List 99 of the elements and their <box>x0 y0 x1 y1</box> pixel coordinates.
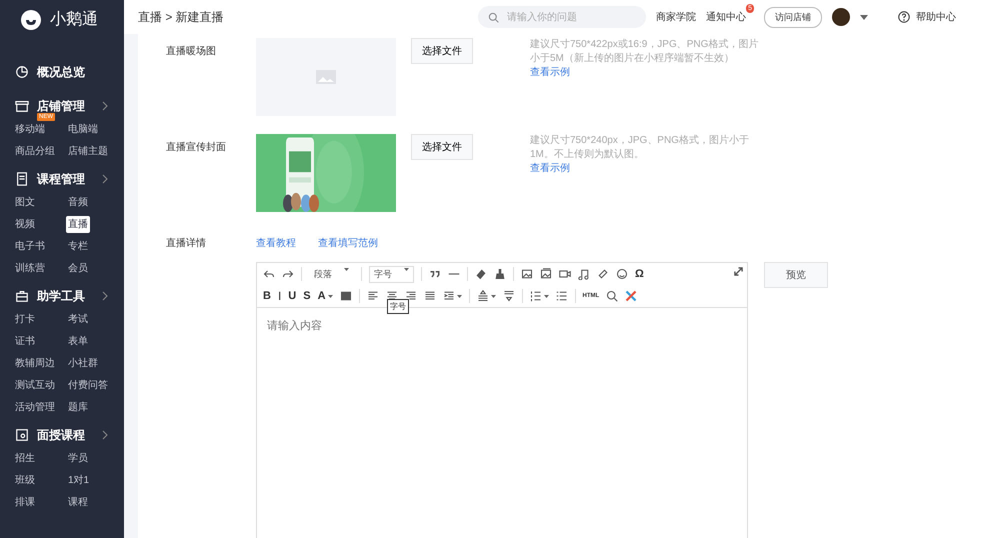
choose-file-button[interactable]: 选择文件 <box>411 38 473 64</box>
choose-file-button[interactable]: 选择文件 <box>411 134 473 160</box>
sidebar-item[interactable]: 小社群 <box>66 355 100 372</box>
caret-icon <box>456 294 462 298</box>
sidebar-item[interactable]: 付费问答 <box>66 377 110 394</box>
field-label: 直播暖场图 <box>166 44 217 58</box>
toolbar-button[interactable]: I <box>278 289 282 303</box>
preview-button[interactable]: 预览 <box>764 262 828 288</box>
smiley-icon[interactable] <box>616 268 628 280</box>
paragraph-spacing-icon[interactable] <box>502 290 515 302</box>
search-icon <box>488 12 499 22</box>
search-input[interactable]: 请输入你的问题 <box>505 10 629 24</box>
sidebar-item[interactable]: 排课 <box>13 494 37 511</box>
indent-icon[interactable] <box>442 290 455 302</box>
sidebar-item[interactable]: 会员 <box>66 260 90 277</box>
music-icon[interactable] <box>578 268 590 280</box>
format-select[interactable]: 字号 <box>369 266 414 282</box>
video-icon[interactable] <box>559 268 571 280</box>
sidebar-item[interactable]: 班级 <box>13 472 37 489</box>
help-icon <box>898 11 910 23</box>
toolbar-button[interactable]: A <box>318 290 326 302</box>
tooltip: 字号 <box>387 299 409 314</box>
sidebar-item[interactable]: 商品分组 <box>13 143 57 160</box>
toolbar-button[interactable]: Ω <box>635 268 644 280</box>
caret-icon <box>544 294 549 298</box>
field-label: 直播详情 <box>166 236 207 250</box>
fullscreen-icon[interactable] <box>734 267 743 276</box>
toolbar-button[interactable]: U <box>288 290 296 302</box>
sidebar-section-title[interactable]: 助学工具 <box>37 288 94 304</box>
help-link[interactable]: 帮助中心 <box>916 10 956 24</box>
redo-icon[interactable] <box>282 268 294 280</box>
sidebar-item[interactable]: 直播 <box>66 216 90 233</box>
align-right-icon[interactable] <box>404 290 417 302</box>
toolbox-icon <box>15 289 29 303</box>
sidebar-item[interactable]: 1对1 <box>66 472 92 489</box>
sidebar-item[interactable]: 招生 <box>13 450 37 467</box>
avatar[interactable] <box>832 8 850 26</box>
store-icon <box>15 99 29 113</box>
sidebar-section-title[interactable]: 概况总览 <box>37 64 124 80</box>
sidebar-item[interactable]: 学员 <box>66 450 90 467</box>
sidebar-section-title[interactable]: 面授课程 <box>37 426 94 444</box>
caret-icon <box>490 294 496 298</box>
field-label: 直播宣传封面 <box>166 140 227 154</box>
line-spacing-icon[interactable] <box>476 290 489 302</box>
logo-icon <box>20 8 42 30</box>
sidebar-item[interactable]: 电脑端 <box>66 121 100 138</box>
hint-text: 建议尺寸750*422px或16:9，JPG、PNG格式，图片小于5M（新上传的图片在小程序端暂不生效） <box>530 38 760 66</box>
sidebar-item[interactable]: 题库 <box>66 399 90 416</box>
header-link[interactable]: 商家学院 <box>656 10 696 24</box>
toolbar-button[interactable]: S <box>303 290 311 302</box>
sidebar-item[interactable]: 图文 <box>13 194 37 211</box>
sidebar-item[interactable]: 考试 <box>66 311 90 328</box>
sidebar-section-title[interactable]: 店铺管理 <box>37 98 94 114</box>
sidebar-item[interactable]: 表单 <box>66 333 90 350</box>
sidebar-item[interactable]: 课程 <box>66 494 90 511</box>
align-left-icon[interactable] <box>366 290 379 302</box>
justify-icon[interactable] <box>424 290 436 302</box>
sidebar-item[interactable]: 训练营 <box>13 260 47 277</box>
help-link[interactable]: 查看填写范例 <box>318 236 378 250</box>
header-link[interactable]: 通知中心 <box>706 10 746 24</box>
quote-icon[interactable] <box>429 268 441 280</box>
sidebar-item[interactable]: 活动管理 <box>13 399 57 416</box>
image-icon <box>316 70 336 84</box>
sidebar-section-title[interactable]: 课程管理 <box>37 170 94 188</box>
sidebar-item[interactable]: 电子书 <box>13 238 47 255</box>
book-icon <box>15 172 29 186</box>
breadcrumb: 直播 > 新建直播 <box>138 8 225 26</box>
highlight-icon[interactable] <box>340 290 352 302</box>
toolbar-button[interactable]: B <box>263 290 271 302</box>
help-link[interactable]: 查看教程 <box>256 236 296 250</box>
sidebar-item[interactable]: 专栏 <box>66 238 90 255</box>
gallery-icon[interactable] <box>540 268 552 280</box>
image-icon[interactable] <box>521 268 533 280</box>
search-replace-icon[interactable] <box>606 290 618 302</box>
undo-icon[interactable] <box>263 268 275 280</box>
caret-icon <box>404 268 409 270</box>
sidebar-item[interactable]: 视频 <box>13 216 37 233</box>
chart-icon <box>15 65 29 79</box>
sidebar-item[interactable]: 教辅周边 <box>13 355 57 372</box>
hint-text: 建议尺寸750*240px，JPG、PNG格式，图片小于1M。不上传则为默认图。 <box>530 134 750 162</box>
sidebar-item[interactable]: 音频 <box>66 194 90 211</box>
sidebar-item[interactable]: 证书 <box>13 333 37 350</box>
format-select[interactable]: 段落 <box>309 266 354 282</box>
search-field[interactable]: 请输入你的问题 <box>478 6 646 28</box>
caret-icon <box>328 294 333 298</box>
visit-store-button[interactable]: 访问店铺 <box>764 6 822 28</box>
sidebar-item[interactable]: 打卡 <box>13 311 37 328</box>
unordered-list-icon[interactable] <box>556 290 568 302</box>
sidebar-item[interactable]: 测试互动 <box>13 377 57 394</box>
example-link[interactable]: 查看示例 <box>530 163 570 174</box>
sidebar-item[interactable]: 移动端 <box>13 121 47 138</box>
ordered-list-icon[interactable] <box>530 290 542 302</box>
brand-name: 小鹅通 <box>50 10 98 30</box>
sidebar-item[interactable]: 店铺主题 <box>66 143 110 160</box>
align-center-icon[interactable] <box>386 290 398 302</box>
caret-icon <box>344 268 349 270</box>
caret-icon[interactable] <box>860 14 868 20</box>
brush-icon[interactable] <box>494 268 506 280</box>
example-link[interactable]: 查看示例 <box>530 67 570 78</box>
